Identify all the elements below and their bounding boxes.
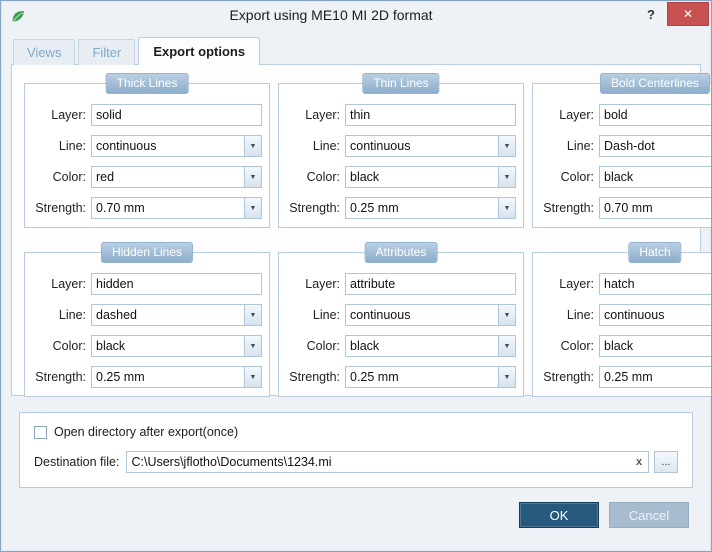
color-label: Color: xyxy=(560,339,594,353)
strength-select[interactable]: 0.70 mm ▼ xyxy=(91,197,262,219)
color-select[interactable]: black ▼ xyxy=(345,166,516,188)
line-select[interactable]: continuous ▼ xyxy=(345,304,516,326)
destination-file-input[interactable] xyxy=(127,455,630,469)
strength-label: Strength: xyxy=(289,201,340,215)
group-thick-lines: Thick Lines Layer: Line: continuous ▼ Co… xyxy=(24,73,270,228)
export-dialog: Export using ME10 MI 2D format ? ✕ Views… xyxy=(0,0,712,552)
chevron-down-icon[interactable]: ▼ xyxy=(244,305,261,325)
strength-label: Strength: xyxy=(289,370,340,384)
layer-input[interactable] xyxy=(345,273,516,295)
group-title: Thin Lines xyxy=(362,73,440,94)
strength-label: Strength: xyxy=(35,370,86,384)
open-directory-label: Open directory after export(once) xyxy=(54,425,239,439)
color-label: Color: xyxy=(52,339,86,353)
export-options-panel: Thick Lines Layer: Line: continuous ▼ Co… xyxy=(11,64,711,397)
export-destination-group: Open directory after export(once) Destin… xyxy=(19,412,693,488)
app-icon xyxy=(9,7,27,25)
color-select[interactable]: black ▼ xyxy=(91,335,262,357)
chevron-down-icon[interactable]: ▼ xyxy=(498,136,515,156)
close-button[interactable]: ✕ xyxy=(667,2,709,26)
line-select[interactable]: dashed ▼ xyxy=(91,304,262,326)
line-label: Line: xyxy=(58,139,86,153)
open-directory-checkbox[interactable] xyxy=(34,425,47,439)
destination-file-label: Destination file: xyxy=(34,455,120,469)
line-label: Line: xyxy=(58,308,86,322)
tab-filter[interactable]: Filter xyxy=(78,39,136,65)
tab-strip: Views Filter Export options xyxy=(1,37,711,65)
open-directory-row: Open directory after export(once) xyxy=(34,425,678,439)
color-label: Color: xyxy=(52,170,86,184)
ok-button[interactable]: OK xyxy=(519,502,599,528)
group-thin-lines: Thin Lines Layer: Line: continuous ▼ Col… xyxy=(278,73,524,228)
layer-input[interactable] xyxy=(599,273,711,295)
chevron-down-icon[interactable]: ▼ xyxy=(498,367,515,387)
layer-label: Layer: xyxy=(559,277,594,291)
group-hatch: Hatch Layer: Line: continuous ▼ Color: b… xyxy=(532,242,711,397)
layer-label: Layer: xyxy=(305,277,340,291)
footer: OK Cancel xyxy=(1,488,711,528)
chevron-down-icon[interactable]: ▼ xyxy=(244,198,261,218)
strength-select[interactable]: 0.25 mm ▼ xyxy=(345,197,516,219)
group-hidden-lines: Hidden Lines Layer: Line: dashed ▼ Color… xyxy=(24,242,270,397)
color-select[interactable]: black ▼ xyxy=(599,166,711,188)
layer-input[interactable] xyxy=(91,273,262,295)
line-label: Line: xyxy=(312,139,340,153)
help-button[interactable]: ? xyxy=(635,2,667,26)
titlebar: Export using ME10 MI 2D format ? ✕ xyxy=(1,1,711,31)
color-select[interactable]: black ▼ xyxy=(599,335,711,357)
cancel-button[interactable]: Cancel xyxy=(609,502,689,528)
chevron-down-icon[interactable]: ▼ xyxy=(498,198,515,218)
line-select[interactable]: continuous ▼ xyxy=(345,135,516,157)
strength-label: Strength: xyxy=(543,370,594,384)
clear-icon[interactable]: x xyxy=(630,456,648,468)
color-label: Color: xyxy=(306,170,340,184)
chevron-down-icon[interactable]: ▼ xyxy=(244,336,261,356)
color-select[interactable]: red ▼ xyxy=(91,166,262,188)
strength-label: Strength: xyxy=(543,201,594,215)
layer-label: Layer: xyxy=(51,277,86,291)
chevron-down-icon[interactable]: ▼ xyxy=(244,167,261,187)
line-label: Line: xyxy=(566,139,594,153)
destination-input-wrap: x xyxy=(126,451,649,473)
tab-export-options[interactable]: Export options xyxy=(138,37,261,65)
color-label: Color: xyxy=(306,339,340,353)
group-title: Hatch xyxy=(628,242,682,263)
group-title: Attributes xyxy=(364,242,438,263)
close-icon: ✕ xyxy=(682,7,694,21)
groups-grid: Thick Lines Layer: Line: continuous ▼ Co… xyxy=(24,73,711,397)
strength-select[interactable]: 0.25 mm ▼ xyxy=(345,366,516,388)
chevron-down-icon[interactable]: ▼ xyxy=(498,336,515,356)
strength-label: Strength: xyxy=(35,201,86,215)
chevron-down-icon[interactable]: ▼ xyxy=(244,136,261,156)
strength-select[interactable]: 0.25 mm ▼ xyxy=(599,366,711,388)
chevron-down-icon[interactable]: ▼ xyxy=(498,305,515,325)
line-label: Line: xyxy=(566,308,594,322)
line-select[interactable]: continuous ▼ xyxy=(599,304,711,326)
chevron-down-icon[interactable]: ▼ xyxy=(244,367,261,387)
layer-input[interactable] xyxy=(599,104,711,126)
layer-label: Layer: xyxy=(305,108,340,122)
strength-select[interactable]: 0.25 mm ▼ xyxy=(91,366,262,388)
strength-select[interactable]: 0.70 mm ▼ xyxy=(599,197,711,219)
group-title: Thick Lines xyxy=(105,73,189,94)
browse-button[interactable]: ... xyxy=(654,451,678,473)
dialog-title: Export using ME10 MI 2D format xyxy=(229,7,433,23)
layer-label: Layer: xyxy=(51,108,86,122)
line-select[interactable]: continuous ▼ xyxy=(91,135,262,157)
group-attributes: Attributes Layer: Line: continuous ▼ Col… xyxy=(278,242,524,397)
layer-label: Layer: xyxy=(559,108,594,122)
group-title: Hidden Lines xyxy=(100,242,194,263)
color-select[interactable]: black ▼ xyxy=(345,335,516,357)
layer-input[interactable] xyxy=(345,104,516,126)
line-select[interactable]: Dash-dot ▼ xyxy=(599,135,711,157)
group-bold-centerlines: Bold Centerlines Layer: Line: Dash-dot ▼… xyxy=(532,73,711,228)
group-title: Bold Centerlines xyxy=(599,73,711,94)
line-label: Line: xyxy=(312,308,340,322)
layer-input[interactable] xyxy=(91,104,262,126)
chevron-down-icon[interactable]: ▼ xyxy=(498,167,515,187)
tab-views[interactable]: Views xyxy=(13,39,76,65)
destination-row: Destination file: x ... xyxy=(34,451,678,473)
color-label: Color: xyxy=(560,170,594,184)
